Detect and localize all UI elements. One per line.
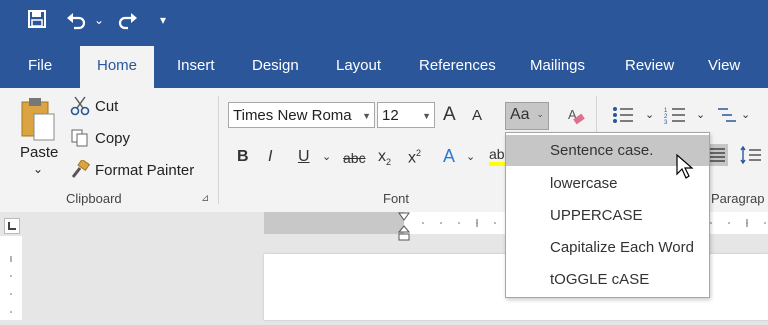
chevron-down-icon[interactable]: ▼: [422, 103, 431, 129]
font-group-label: Font: [383, 191, 410, 206]
text-effects-button[interactable]: A: [443, 146, 455, 167]
copy-button[interactable]: Copy: [95, 130, 130, 147]
change-case-label: Aa: [510, 106, 530, 123]
format-painter-button[interactable]: Format Painter: [95, 162, 194, 179]
save-icon[interactable]: [28, 10, 46, 32]
copy-icon: [70, 128, 90, 153]
chevron-down-icon[interactable]: ⌄: [322, 150, 331, 163]
shrink-font-button[interactable]: A: [472, 107, 482, 124]
menu-item-label: Sentence case.: [550, 142, 654, 159]
highlight-button[interactable]: ab: [489, 146, 505, 166]
italic-button[interactable]: I: [268, 148, 272, 166]
menu-item-label: Capitalize Each Word: [550, 239, 694, 256]
scissors-icon: [70, 96, 90, 121]
tab-insert[interactable]: Insert: [177, 55, 215, 77]
tab-review[interactable]: Review: [625, 55, 674, 77]
customize-qat-icon[interactable]: ▾: [160, 10, 166, 30]
menu-item-toggle-case[interactable]: tOGGLE cASE: [506, 264, 709, 295]
chevron-down-icon[interactable]: ⌄: [466, 150, 475, 163]
strikethrough-button[interactable]: abc: [343, 150, 366, 166]
subscript-button[interactable]: x2: [378, 148, 391, 167]
font-size-value: 12: [382, 107, 399, 124]
tab-references[interactable]: References: [419, 55, 496, 77]
svg-text:3: 3: [664, 120, 668, 124]
subscript-label: x: [378, 148, 386, 165]
menu-item-label: lowercase: [550, 175, 618, 192]
undo-icon[interactable]: [66, 10, 88, 34]
menu-item-uppercase[interactable]: UPPERCASE: [506, 200, 709, 231]
tab-home[interactable]: Home: [80, 46, 155, 88]
numbering-icon[interactable]: 123: [664, 106, 686, 129]
cut-button[interactable]: Cut: [95, 98, 118, 115]
font-size-combo[interactable]: 12 ▼: [377, 102, 435, 128]
menu-item-label: UPPERCASE: [550, 207, 643, 224]
title-bar: ⌄ ▾: [0, 0, 768, 42]
change-case-button[interactable]: Aa ⌄: [505, 102, 549, 130]
underline-button[interactable]: U: [298, 148, 310, 166]
paste-icon[interactable]: [20, 96, 56, 142]
chevron-down-icon[interactable]: ⌄: [741, 108, 750, 121]
group-divider: [218, 96, 219, 204]
tab-layout[interactable]: Layout: [336, 55, 381, 77]
tab-view[interactable]: View: [708, 55, 740, 77]
multilevel-list-icon[interactable]: [716, 106, 738, 129]
paste-button[interactable]: Paste: [20, 144, 58, 161]
indent-marker-icon[interactable]: [397, 212, 411, 242]
tab-mailings[interactable]: Mailings: [530, 55, 585, 77]
clipboard-launcher-icon[interactable]: ⊿: [201, 193, 209, 204]
chevron-down-icon[interactable]: ▼: [362, 103, 371, 129]
chevron-down-icon: ⌄: [536, 109, 544, 119]
bullets-icon[interactable]: [612, 106, 634, 129]
font-name-value: Times New Roma: [233, 107, 352, 124]
vertical-ruler[interactable]: [0, 236, 22, 320]
superscript-label: x: [408, 149, 416, 167]
undo-dropdown-icon[interactable]: ⌄: [94, 10, 104, 30]
format-painter-icon: [70, 158, 91, 185]
paragraph-group-label: Paragrap: [711, 191, 765, 206]
superscript-button[interactable]: x2: [408, 148, 421, 167]
tab-file[interactable]: File: [28, 55, 52, 77]
ribbon-tabs: File Home Insert Design Layout Reference…: [0, 42, 768, 88]
tab-design[interactable]: Design: [252, 55, 299, 77]
grow-font-button[interactable]: A: [443, 104, 456, 126]
clear-formatting-icon[interactable]: A: [566, 106, 586, 131]
bold-button[interactable]: B: [237, 148, 249, 166]
mouse-cursor-icon: [676, 153, 694, 180]
tab-selector-icon[interactable]: [4, 218, 20, 234]
clipboard-group-label: Clipboard: [66, 191, 122, 206]
chevron-down-icon[interactable]: ⌄: [645, 108, 654, 121]
menu-item-label: tOGGLE cASE: [550, 271, 650, 288]
paste-options-icon[interactable]: ⌄: [33, 162, 43, 176]
redo-icon[interactable]: [116, 10, 138, 34]
chevron-down-icon[interactable]: ⌄: [696, 108, 705, 121]
menu-item-capitalize-each-word[interactable]: Capitalize Each Word: [506, 232, 709, 263]
line-spacing-icon[interactable]: [740, 145, 762, 169]
ruler-margin: [264, 212, 404, 234]
font-name-combo[interactable]: Times New Roma ▼: [228, 102, 375, 128]
